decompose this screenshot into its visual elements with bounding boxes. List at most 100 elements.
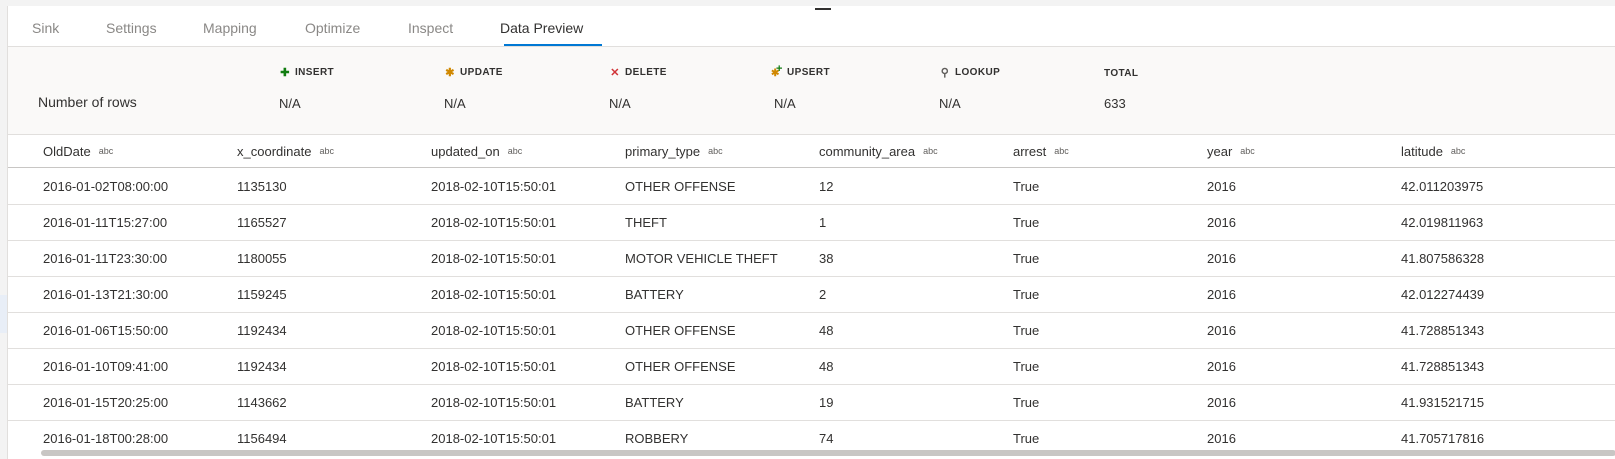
upsert-icon: ✱ +: [771, 63, 783, 79]
table-cell: 2: [819, 287, 827, 302]
table-cell: OTHER OFFENSE: [625, 323, 736, 338]
column-name: community_area: [819, 144, 916, 159]
tab-sink[interactable]: Sink: [32, 20, 59, 36]
table-cell: 2018-02-10T15:50:01: [431, 287, 557, 302]
column-name: arrest: [1013, 144, 1047, 159]
grid-header-row: OldDate abc x_coordinate abc updated_on abc…: [8, 134, 1615, 168]
table-cell: 2018-02-10T15:50:01: [431, 179, 557, 194]
table-cell: 42.012274439: [1401, 287, 1485, 302]
table-cell: 12: [819, 179, 834, 194]
horizontal-scrollbar-thumb[interactable]: [41, 450, 1615, 456]
table-cell: 2016-01-18T00:28:00: [43, 431, 169, 446]
table-cell: 41.931521715: [1401, 395, 1485, 410]
table-cell: 2016-01-11T23:30:00: [43, 251, 168, 266]
total-value: 633: [1104, 96, 1126, 111]
asterisk-icon: ✱: [445, 67, 455, 79]
delete-header: ✕ DELETE: [609, 66, 667, 79]
table-row[interactable]: 2016-01-11T23:30:00 1180055 2018-02-10T1…: [8, 240, 1615, 277]
table-cell: 1165527: [237, 215, 287, 230]
upsert-header: ✱ + UPSERT: [771, 63, 830, 79]
table-cell: MOTOR VEHICLE THEFT: [625, 251, 778, 266]
table-cell: BATTERY: [625, 395, 684, 410]
table-row[interactable]: 2016-01-15T20:25:00 1143662 2018-02-10T1…: [8, 384, 1615, 421]
tab-optimize[interactable]: Optimize: [305, 20, 360, 36]
column-header[interactable]: latitude abc: [1401, 144, 1465, 159]
table-cell: True: [1013, 215, 1040, 230]
total-label: TOTAL: [1104, 68, 1139, 79]
column-header[interactable]: community_area abc: [819, 144, 938, 159]
table-cell: 1180055: [237, 251, 287, 266]
data-grid: OldDate abc x_coordinate abc updated_on abc…: [8, 134, 1615, 459]
tab-inspect[interactable]: Inspect: [408, 20, 453, 36]
table-cell: 41.705717816: [1401, 431, 1485, 446]
table-cell: 38: [819, 251, 834, 266]
table-cell: 48: [819, 359, 834, 374]
table-cell: 2016: [1207, 251, 1236, 266]
data-preview-panel: Sink Settings Mapping Optimize Inspect D…: [7, 6, 1615, 459]
column-header[interactable]: x_coordinate abc: [237, 144, 334, 159]
column-type-badge: abc: [1054, 146, 1069, 156]
table-cell: True: [1013, 287, 1040, 302]
update-value: N/A: [444, 96, 466, 111]
tab-data-preview[interactable]: Data Preview: [500, 20, 583, 36]
tab-bar: Sink Settings Mapping Optimize Inspect D…: [8, 6, 1615, 47]
column-name: year: [1207, 144, 1233, 159]
table-cell: 1143662: [237, 395, 287, 410]
lookup-header: ⚲ LOOKUP: [939, 66, 1000, 79]
column-name: OldDate: [43, 144, 91, 159]
upsert-value: N/A: [774, 96, 796, 111]
table-cell: 2016-01-06T15:50:00: [43, 323, 169, 338]
tab-mapping[interactable]: Mapping: [203, 20, 257, 36]
plus-icon: ✚: [280, 67, 290, 79]
table-cell: 2016: [1207, 323, 1236, 338]
table-cell: True: [1013, 179, 1040, 194]
table-cell: 2016: [1207, 359, 1236, 374]
table-row[interactable]: 2016-01-10T09:41:00 1192434 2018-02-10T1…: [8, 348, 1615, 385]
update-label: UPDATE: [460, 67, 503, 78]
column-header[interactable]: OldDate abc: [43, 144, 113, 159]
table-cell: 42.011203975: [1401, 179, 1484, 194]
table-cell: True: [1013, 395, 1040, 410]
column-header[interactable]: updated_on abc: [431, 144, 522, 159]
table-cell: 2018-02-10T15:50:01: [431, 395, 557, 410]
delete-label: DELETE: [625, 67, 667, 78]
table-cell: 1135130: [237, 179, 287, 194]
column-name: latitude: [1401, 144, 1443, 159]
table-row[interactable]: 2016-01-11T15:27:00 1165527 2018-02-10T1…: [8, 204, 1615, 241]
table-cell: True: [1013, 323, 1040, 338]
table-cell: 41.807586328: [1401, 251, 1485, 266]
insert-label: INSERT: [295, 67, 335, 78]
table-cell: 2016-01-15T20:25:00: [43, 395, 169, 410]
column-type-badge: abc: [319, 146, 334, 156]
table-cell: 1192434: [237, 359, 287, 374]
table-cell: True: [1013, 359, 1040, 374]
left-gutter: [0, 0, 7, 459]
update-header: ✱ UPDATE: [444, 66, 503, 79]
table-cell: 2016-01-02T08:00:00: [43, 179, 169, 194]
table-cell: 19: [819, 395, 834, 410]
column-header[interactable]: arrest abc: [1013, 144, 1069, 159]
column-type-badge: abc: [98, 146, 114, 156]
table-row[interactable]: 2016-01-13T21:30:00 1159245 2018-02-10T1…: [8, 276, 1615, 313]
delete-value: N/A: [609, 96, 631, 111]
table-cell: 2018-02-10T15:50:01: [431, 323, 557, 338]
table-cell: OTHER OFFENSE: [625, 179, 736, 194]
table-cell: 2016: [1207, 179, 1236, 194]
tab-settings[interactable]: Settings: [106, 20, 157, 36]
column-name: primary_type: [625, 144, 701, 159]
column-header[interactable]: year abc: [1207, 144, 1255, 159]
left-gutter-highlight: [0, 295, 7, 333]
table-cell: 2016-01-13T21:30:00: [43, 287, 169, 302]
table-cell: 2018-02-10T15:50:01: [431, 431, 557, 446]
table-cell: 2018-02-10T15:50:01: [431, 251, 557, 266]
column-header[interactable]: primary_type abc: [625, 144, 723, 159]
table-cell: 2016-01-10T09:41:00: [43, 359, 169, 374]
table-row[interactable]: 2016-01-06T15:50:00 1192434 2018-02-10T1…: [8, 312, 1615, 349]
table-row[interactable]: 2016-01-02T08:00:00 1135130 2018-02-10T1…: [8, 168, 1615, 205]
search-icon: ⚲: [940, 67, 950, 79]
row-count-summary: Number of rows ✚ INSERT N/A ✱ UPDATE N/A…: [8, 47, 1615, 135]
lookup-value: N/A: [939, 96, 961, 111]
column-type-badge: abc: [1450, 146, 1466, 156]
table-cell: 2018-02-10T15:50:01: [431, 359, 557, 374]
table-cell: 42.019811963: [1401, 215, 1484, 230]
